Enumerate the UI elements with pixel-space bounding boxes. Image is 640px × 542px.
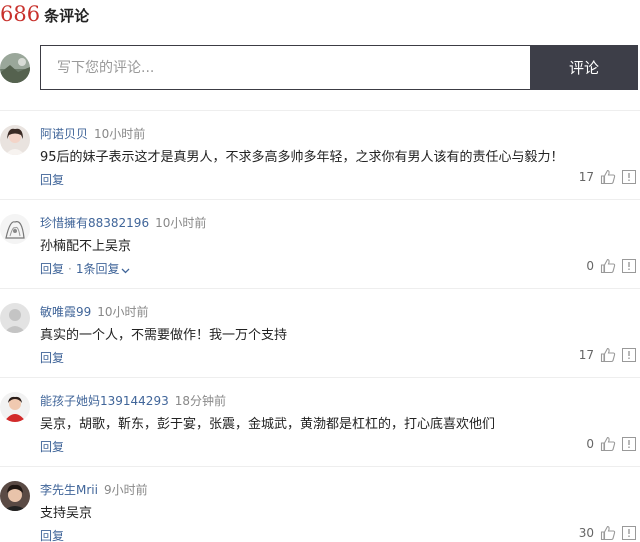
comment-text: 真实的一个人，不需要做作！我一万个支持 [40,328,288,343]
reply-link[interactable]: 回复 [40,173,64,187]
comment-text: 支持吴京 [40,506,93,521]
comment-username[interactable]: 珍惜擁有88382196 [40,216,149,230]
comment-meta: 能孩子她妈139144293 18分钟前 [40,392,226,409]
comment-time: 18分钟前 [174,394,226,408]
comment-actions: 回复 · 1条回复 [40,260,130,277]
comment-item: 李先生Mrii 9小时前 支持吴京 回复 30 [0,467,640,542]
comment-stats: 17 [579,347,636,363]
comment-meta: 珍惜擁有88382196 10小时前 [40,214,206,231]
comment-stats: 0 [586,258,636,274]
comment-composer: 评论 [0,45,638,90]
report-icon[interactable] [622,170,636,184]
comment-username[interactable]: 李先生Mrii [40,483,98,497]
comment-username[interactable]: 阿诺贝贝 [40,127,88,141]
comment-time: 10小时前 [94,127,146,141]
comment-item: 阿诺贝贝 10小时前 95后的妹子表示这才是真男人，不求多高多帅多年轻，之求你有男… [0,111,640,200]
submit-comment-button[interactable]: 评论 [530,45,638,90]
user-avatar [0,392,30,422]
chevron-down-icon[interactable] [121,263,130,277]
comment-stats: 0 [586,436,636,452]
comments-header: 686 条评论 [0,2,89,30]
comment-text: 孙楠配不上吴京 [40,239,132,254]
comment-actions: 回复 [40,171,64,188]
report-icon[interactable] [622,526,636,540]
comment-actions: 回复 [40,527,64,542]
comment-meta: 敏唯霞99 10小时前 [40,303,149,320]
comment-item: 敏唯霞99 10小时前 真实的一个人，不需要做作！我一万个支持 回复 17 [0,289,640,378]
report-icon[interactable] [622,348,636,362]
comment-count-label: 条评论 [44,7,90,25]
comment-item: 珍惜擁有88382196 10小时前 孙楠配不上吴京 回复 · 1条回复 0 [0,200,640,289]
like-count: 17 [578,170,594,184]
like-count: 0 [586,437,594,451]
comment-text: 吴京，胡歌，靳东，彭于宴，张震，金城武，黄渤都是杠杠的，打心底喜欢他们 [40,417,496,432]
comment-input[interactable] [40,45,530,90]
user-avatar [0,214,30,244]
comment-meta: 李先生Mrii 9小时前 [40,481,148,498]
reply-link[interactable]: 回复 [40,529,64,542]
thumbs-up-icon[interactable] [600,169,616,185]
comment-count: 686 [0,2,41,26]
current-user-avatar [0,52,30,83]
user-avatar [0,481,30,511]
reply-link[interactable]: 回复 [40,262,64,276]
comment-actions: 回复 [40,438,64,455]
comment-stats: 30 [579,525,636,541]
separator: · [68,262,72,276]
thumbs-up-icon[interactable] [600,525,616,541]
thumbs-up-icon[interactable] [600,258,616,274]
comment-time: 10小时前 [97,305,149,319]
comment-time: 9小时前 [103,483,148,497]
thumbs-up-icon[interactable] [600,436,616,452]
comment-time: 10小时前 [155,216,207,230]
like-count: 30 [578,526,594,540]
user-avatar [0,303,30,333]
user-avatar [0,125,30,155]
like-count: 17 [578,348,594,362]
comment-meta: 阿诺贝贝 10小时前 [40,125,145,142]
like-count: 0 [586,259,594,273]
thumbs-up-icon[interactable] [600,347,616,363]
reply-link[interactable]: 回复 [40,440,64,454]
report-icon[interactable] [622,259,636,273]
comment-username[interactable]: 能孩子她妈139144293 [40,394,169,408]
view-replies-link[interactable]: 1条回复 [76,262,120,276]
comment-username[interactable]: 敏唯霞99 [40,305,91,319]
reply-link[interactable]: 回复 [40,351,64,365]
comment-stats: 17 [579,169,636,185]
comment-actions: 回复 [40,349,64,366]
comment-item: 能孩子她妈139144293 18分钟前 吴京，胡歌，靳东，彭于宴，张震，金城武，… [0,378,640,467]
report-icon[interactable] [622,437,636,451]
comment-text: 95后的妹子表示这才是真男人，不求多高多帅多年轻，之求你有男人该有的责任心与毅力… [40,150,564,165]
